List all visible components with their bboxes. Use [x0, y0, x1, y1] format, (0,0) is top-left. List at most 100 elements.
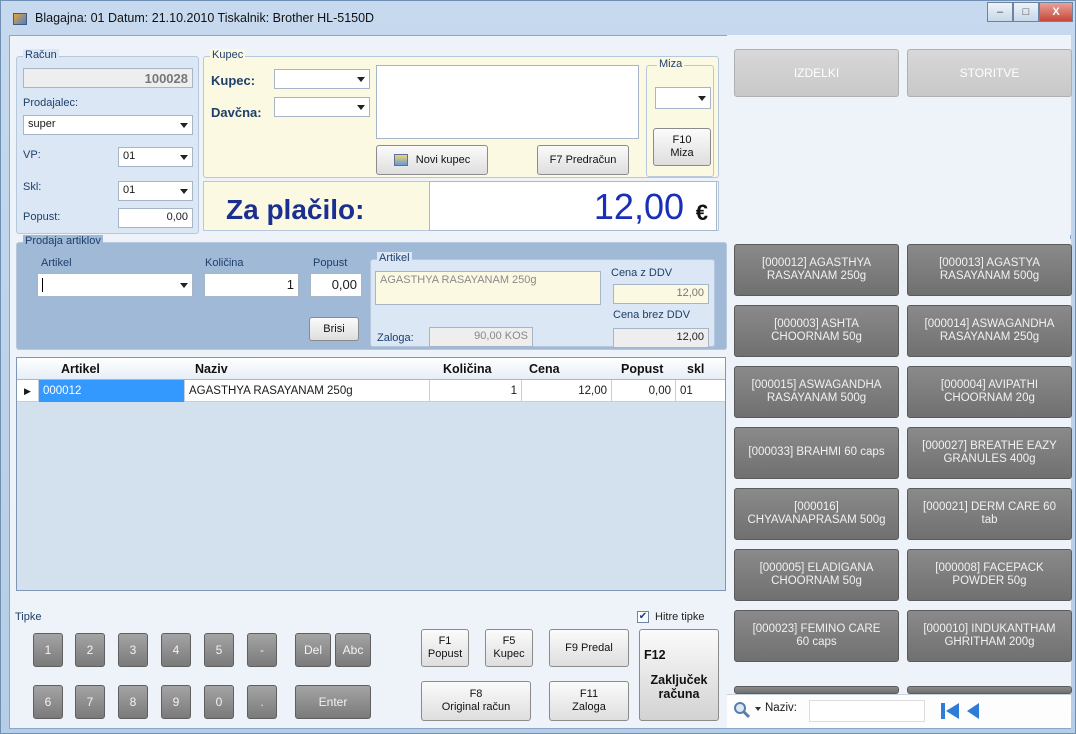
table-row[interactable]: ▶ 000012 AGASTHYA RASAYANAM 250g 1 12,00… [17, 380, 725, 402]
col-cena[interactable]: Cena [529, 362, 560, 376]
product-tile[interactable]: [000005] ELADIGANA CHOORNAM 50g [734, 549, 899, 601]
popust-input[interactable]: 0,00 [118, 208, 193, 228]
novi-kupec-button[interactable]: Novi kupec [376, 145, 488, 175]
popust-item-label: Popust [313, 257, 348, 269]
davcna-select[interactable] [274, 97, 370, 117]
cell-skl[interactable]: 01 [676, 380, 726, 402]
first-page-icon[interactable] [939, 701, 961, 721]
col-naziv[interactable]: Naziv [195, 362, 228, 376]
close-button[interactable]: X [1039, 2, 1073, 22]
brisi-button[interactable]: Brisi [309, 317, 359, 341]
minimize-button[interactable]: – [987, 2, 1013, 22]
prodaja-legend: Prodaja artiklov [23, 235, 103, 247]
col-popust[interactable]: Popust [621, 362, 663, 376]
product-tile[interactable]: [000012] AGASTHYA RASAYANAM 250g [734, 244, 899, 296]
grid-header: Artikel Naziv Količina Cena Popust skl [17, 358, 725, 380]
cell-cena[interactable]: 12,00 [522, 380, 612, 402]
f1-popust-button[interactable]: F1 Popust [421, 629, 469, 667]
kolicina-input[interactable]: 1 [204, 273, 299, 297]
previous-page-icon[interactable] [965, 701, 981, 721]
keypad-key[interactable]: . [247, 685, 277, 719]
col-artikel[interactable]: Artikel [61, 362, 100, 376]
artikel-select[interactable] [37, 273, 193, 297]
kupec-select[interactable] [274, 69, 370, 89]
product-tile-line: RASAYANAM 500g [766, 392, 867, 404]
vp-select[interactable]: 01 [118, 147, 193, 167]
product-tile-partial[interactable] [734, 686, 899, 694]
items-grid[interactable]: Artikel Naziv Količina Cena Popust skl ▶… [16, 357, 726, 591]
tipke-label: Tipke [15, 611, 42, 623]
product-tile-content: [000013] AGASTYA RASAYANAM 500g [908, 245, 1071, 295]
category-storitve-button[interactable]: STORITVE [907, 49, 1072, 97]
keypad-key[interactable]: 7 [75, 685, 105, 719]
cell-kolicina[interactable]: 1 [430, 380, 522, 402]
product-tile[interactable]: [000023] FEMINO CARE 60 caps [734, 610, 899, 662]
row-selector-icon: ▶ [17, 380, 39, 402]
f9-predal-button[interactable]: F9 Predal [549, 629, 629, 667]
category-izdelki-button[interactable]: IZDELKI [734, 49, 899, 97]
product-tile[interactable]: [000021] DERM CARE 60 tab [907, 488, 1072, 540]
product-tile[interactable]: [000004] AVIPATHI CHOORNAM 20g [907, 366, 1072, 418]
keypad-key[interactable]: 4 [161, 633, 191, 667]
search-label: Naziv: [765, 702, 797, 714]
search-icon[interactable] [733, 701, 751, 719]
product-tile[interactable]: [000014] ASWAGANDHA RASAYANAM 250g [907, 305, 1072, 357]
keypad-key[interactable]: 3 [118, 633, 148, 667]
product-tile[interactable]: [000010] INDUKANTHAM GHRITHAM 200g [907, 610, 1072, 662]
product-tile-line: [000012] AGASTHYA [761, 256, 872, 269]
product-tile-content: [000012] AGASTHYA RASAYANAM 250g [735, 245, 898, 295]
search-dropdown-icon[interactable] [755, 707, 761, 711]
product-tile-line: [000016] [794, 500, 839, 513]
product-tile[interactable]: [000027] BREATHE EAZY GRANULES 400g [907, 427, 1072, 479]
keypad-key[interactable]: 1 [33, 633, 63, 667]
cell-popust[interactable]: 0,00 [612, 380, 676, 402]
skl-select[interactable]: 01 [118, 181, 193, 201]
product-tile-line: CHOORNAM 50g [771, 331, 862, 343]
miza-legend: Miza [657, 58, 685, 70]
maximize-button[interactable]: □ [1013, 2, 1039, 22]
keypad-key[interactable]: 6 [33, 685, 63, 719]
miza-btn-key: F10 [672, 134, 692, 147]
col-skl[interactable]: skl [687, 362, 704, 376]
col-kolicina[interactable]: Količina [443, 362, 492, 376]
popust-item-input[interactable]: 0,00 [310, 273, 362, 297]
search-input[interactable] [809, 700, 925, 722]
keypad-key[interactable]: 0 [204, 685, 234, 719]
enter-key[interactable]: Enter [295, 685, 371, 719]
hitre-tipke-checkbox[interactable]: ✔ [637, 611, 649, 623]
cell-artikel[interactable]: 000012 [39, 380, 185, 402]
add-user-icon [393, 154, 408, 166]
product-tile-partial[interactable] [907, 686, 1072, 694]
keypad-key[interactable]: 9 [161, 685, 191, 719]
miza-select[interactable] [655, 87, 711, 109]
f8-label: Original račun [441, 701, 511, 713]
product-tile-line: [000021] DERM CARE 60 [923, 500, 1056, 513]
window-title: Blagajna: 01 Datum: 21.10.2010 Tiskalnik… [35, 11, 375, 25]
f5-kupec-button[interactable]: F5 Kupec [485, 629, 533, 667]
prodajalec-select[interactable]: super [23, 115, 193, 135]
cena-z-ddv-label: Cena z DDV [611, 267, 673, 279]
keypad-key[interactable]: - [247, 633, 277, 667]
currency-symbol: € [695, 200, 708, 225]
miza-button[interactable]: F10 Miza [653, 128, 711, 166]
f11-zaloga-button[interactable]: F11 Zaloga [549, 681, 629, 721]
chevron-down-icon [180, 155, 188, 160]
novi-kupec-label: Novi kupec [415, 153, 471, 166]
product-tile[interactable]: [000033] BRAHMI 60 caps [734, 427, 899, 479]
keypad-key[interactable]: 2 [75, 633, 105, 667]
keypad-key[interactable]: Abc [335, 633, 371, 667]
f8-original-racun-button[interactable]: F8 Original račun [421, 681, 531, 721]
product-tile[interactable]: [000013] AGASTYA RASAYANAM 500g [907, 244, 1072, 296]
cell-naziv[interactable]: AGASTHYA RASAYANAM 250g [185, 380, 430, 402]
product-tile[interactable]: [000003] ASHTA CHOORNAM 50g [734, 305, 899, 357]
product-tile[interactable]: [000016] CHYAVANAPRASAM 500g [734, 488, 899, 540]
artikel-label: Artikel [41, 257, 72, 269]
keypad-key[interactable]: 5 [204, 633, 234, 667]
product-tile[interactable]: [000015] ASWAGANDHA RASAYANAM 500g [734, 366, 899, 418]
zaloga-value: 90,00 KOS [429, 327, 533, 347]
keypad-key[interactable]: Del [295, 633, 331, 667]
product-tile[interactable]: [000008] FACEPACK POWDER 50g [907, 549, 1072, 601]
keypad-key[interactable]: 8 [118, 685, 148, 719]
f12-zakljucek-button[interactable]: F12 Zaključek računa [639, 629, 719, 721]
predracun-button[interactable]: F7 Predračun [537, 145, 629, 175]
